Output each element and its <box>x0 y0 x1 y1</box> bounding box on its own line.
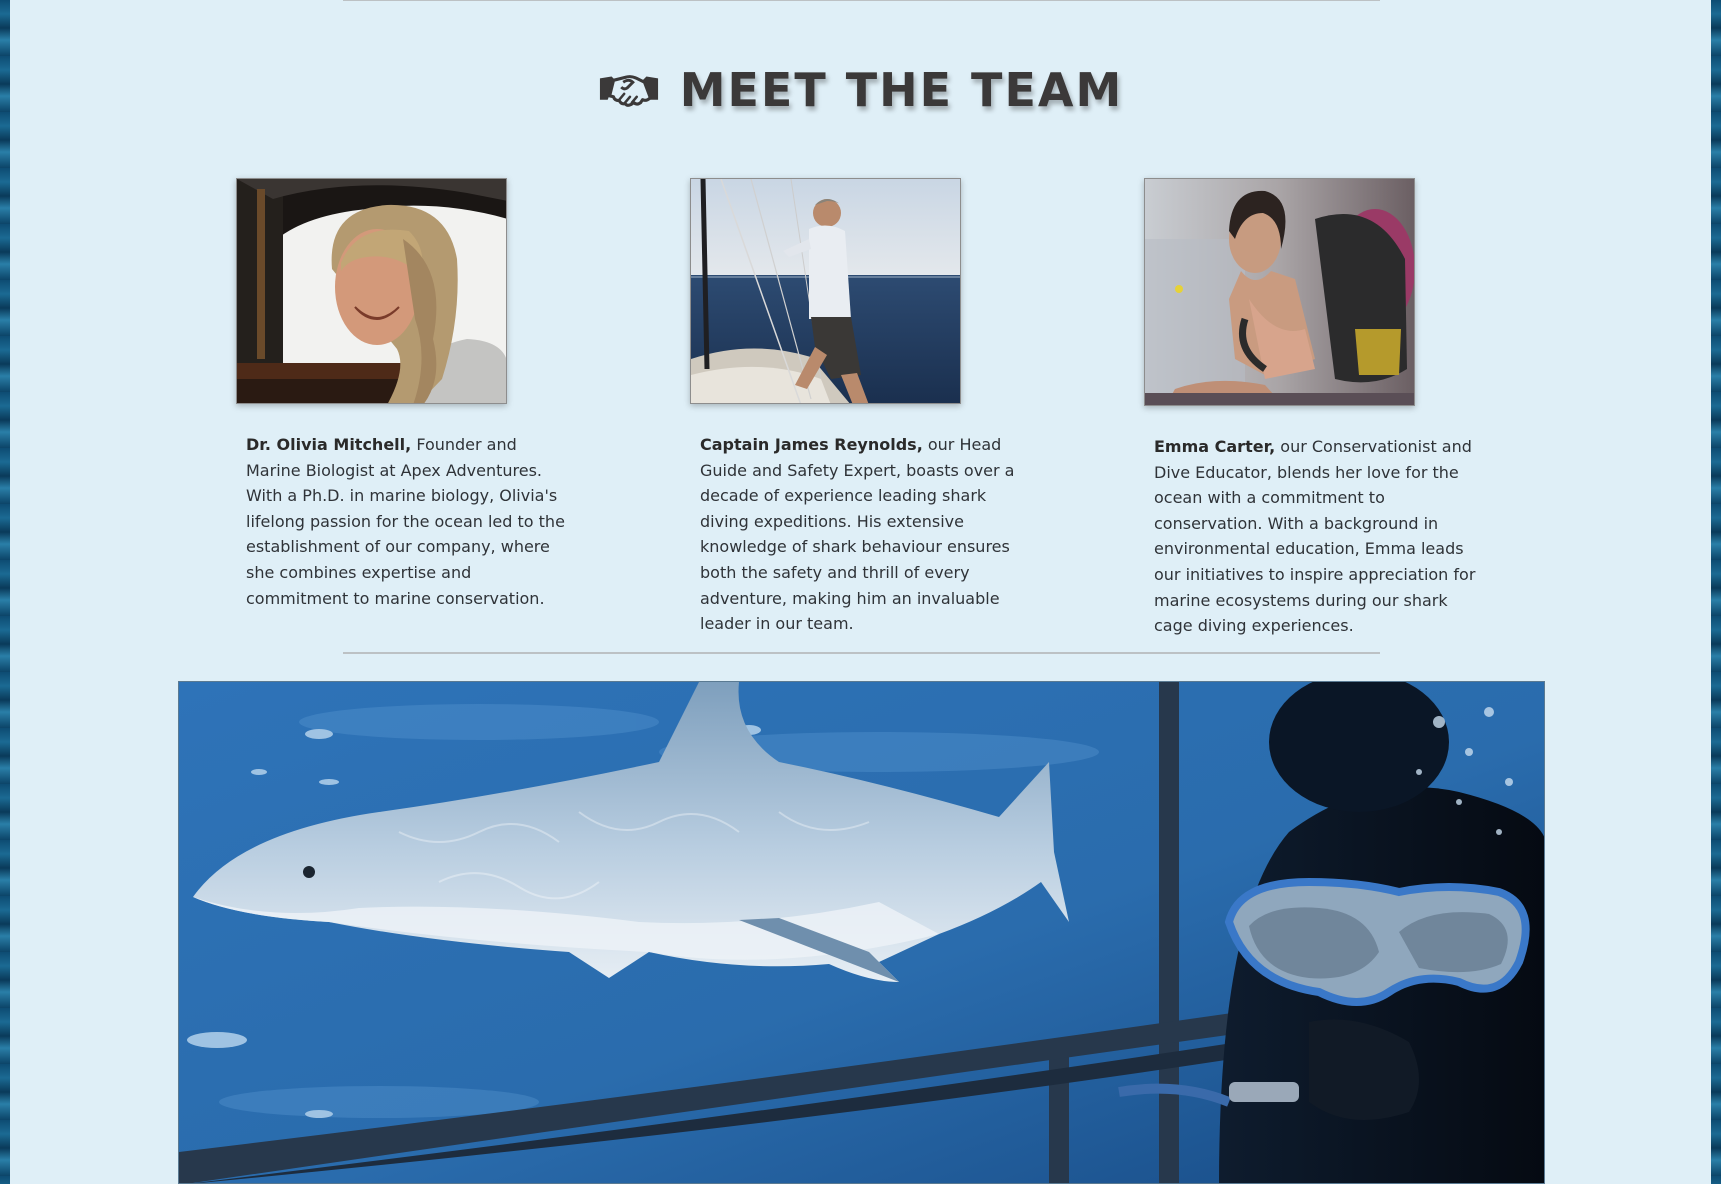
team-bio-james-reynolds: Captain James Reynolds, our Head Guide a… <box>700 432 1025 637</box>
team-photo-olivia-mitchell <box>236 178 507 404</box>
team-bio-olivia-mitchell: Dr. Olivia Mitchell, Founder and Marine … <box>246 432 571 611</box>
handshake-icon <box>599 75 658 107</box>
shark-cage-hero-image <box>178 681 1545 1184</box>
team-member-name: Emma Carter, <box>1154 437 1276 456</box>
team-photo-emma-carter <box>1144 178 1415 406</box>
ocean-background-right <box>1711 0 1721 1184</box>
section-divider <box>343 652 1380 654</box>
team-photo-james-reynolds <box>690 178 961 404</box>
team-section: MEET THE TEAM Dr. Olivia Mitchell, Found… <box>10 0 1711 1184</box>
team-member-name: Captain James Reynolds, <box>700 435 923 454</box>
team-bio-emma-carter: Emma Carter, our Conservationist and Div… <box>1154 434 1479 639</box>
ocean-background-left <box>0 0 10 1184</box>
team-member-description: our Conservationist and Dive Educator, b… <box>1154 437 1476 636</box>
team-member-description: Founder and Marine Biologist at Apex Adv… <box>246 435 565 608</box>
team-member-name: Dr. Olivia Mitchell, <box>246 435 412 454</box>
team-member-description: our Head Guide and Safety Expert, boasts… <box>700 435 1015 634</box>
page-title: MEET THE TEAM <box>679 63 1124 117</box>
top-divider <box>343 0 1380 1</box>
section-heading: MEET THE TEAM <box>10 55 1711 125</box>
